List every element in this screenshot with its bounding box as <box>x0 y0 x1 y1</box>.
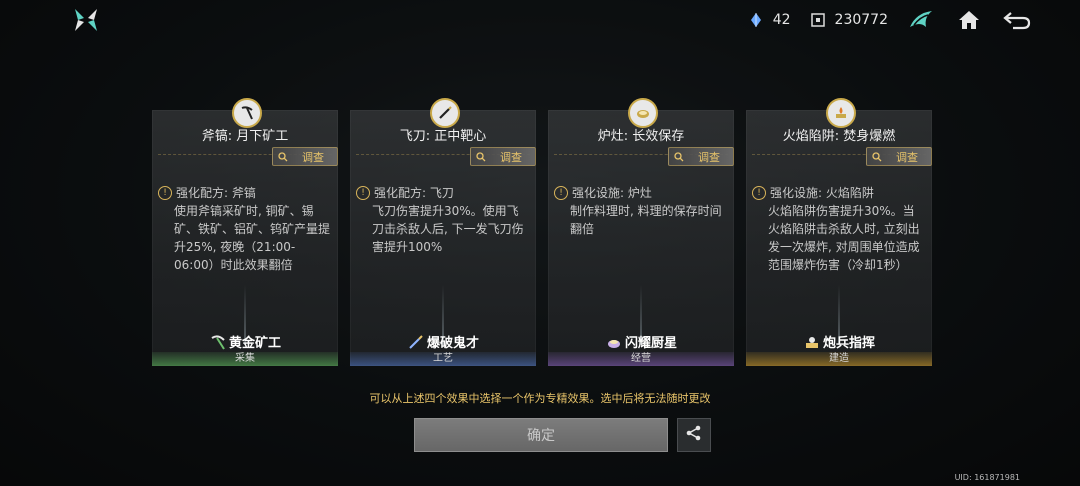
rank-label: 爆破鬼才 <box>426 336 479 351</box>
stove-icon <box>628 98 658 128</box>
wing-emblem-icon[interactable] <box>906 6 936 34</box>
spec-card-stove[interactable]: 炉灶: 长效保存 调查 ! 强化设施: 炉灶 制作料理时, 料理的保存时间翻倍 闪… <box>548 98 734 366</box>
rank-label: 黄金矿工 <box>228 336 281 351</box>
rank-title: 爆破鬼才 <box>350 332 536 351</box>
specialization-cards: 斧镐: 月下矿工 调查 ! 强化配方: 斧镐 使用斧镐采矿时, 铜矿、锡矿、铁矿、… <box>152 98 934 366</box>
blast-rank-icon <box>407 333 425 351</box>
confirm-button[interactable]: 确定 <box>414 418 668 452</box>
category-tag: 采集 <box>152 352 338 366</box>
inspect-label: 调查 <box>698 150 720 164</box>
category-tag: 建造 <box>746 352 932 366</box>
info-icon: ! <box>752 186 766 200</box>
inspect-button[interactable]: 调查 <box>272 147 338 166</box>
inspect-button[interactable]: 调查 <box>668 147 734 166</box>
artillery-rank-icon <box>803 333 821 351</box>
throwing-knife-icon <box>430 98 460 128</box>
effect-desc: 制作料理时, 料理的保存时间翻倍 <box>570 204 722 236</box>
home-icon[interactable] <box>954 6 984 34</box>
info-icon: ! <box>158 186 172 200</box>
effect-head: 强化设施: 火焰陷阱 <box>770 186 874 200</box>
category-tag: 经营 <box>548 352 734 366</box>
spec-card-pickaxe[interactable]: 斧镐: 月下矿工 调查 ! 强化配方: 斧镐 使用斧镐采矿时, 铜矿、锡矿、铁矿、… <box>152 98 338 366</box>
magnifier-icon <box>669 151 689 162</box>
card-title: 飞刀: 正中靶心 <box>399 129 487 144</box>
selection-notice: 可以从上述四个效果中选择一个作为专精效果。选中后将无法随时更改 <box>369 392 711 405</box>
top-bar: 42 230772 <box>747 6 1032 34</box>
effect-desc: 火焰陷阱伤害提升30%。当火焰陷阱击杀敌人时, 立刻出发一次爆炸, 对周围单位造… <box>768 204 920 272</box>
effect-desc: 使用斧镐采矿时, 铜矿、锡矿、铁矿、铝矿、钨矿产量提升25%, 夜晚（21:00… <box>174 204 331 272</box>
inspect-button[interactable]: 调查 <box>866 147 932 166</box>
inspect-label: 调查 <box>302 150 324 164</box>
card-title: 炉灶: 长效保存 <box>597 129 685 144</box>
spec-card-knife[interactable]: 飞刀: 正中靶心 调查 ! 强化配方: 飞刀 飞刀伤害提升30%。使用飞刀击杀敌人… <box>350 98 536 366</box>
spec-card-fire-trap[interactable]: 火焰陷阱: 焚身爆燃 调查 ! 强化设施: 火焰陷阱 火焰陷阱伤害提升30%。当火… <box>746 98 932 366</box>
resource-crystal: 42 <box>747 11 791 29</box>
pickaxe-rank-icon <box>209 333 227 351</box>
effect-text: ! 强化配方: 斧镐 使用斧镐采矿时, 铜矿、锡矿、铁矿、铝矿、钨矿产量提升25%… <box>158 184 330 274</box>
resource-token-value: 230772 <box>834 12 888 28</box>
pickaxe-icon <box>232 98 262 128</box>
magnifier-icon <box>471 151 491 162</box>
puzzle-token-icon <box>809 11 827 29</box>
resource-crystal-value: 42 <box>772 12 791 28</box>
fire-trap-icon <box>826 98 856 128</box>
share-icon <box>685 424 703 446</box>
info-icon: ! <box>554 186 568 200</box>
rank-label: 炮兵指挥 <box>822 336 875 351</box>
effect-head: 强化设施: 炉灶 <box>572 186 652 200</box>
card-title: 斧镐: 月下矿工 <box>201 129 289 144</box>
magnifier-icon <box>273 151 293 162</box>
rank-label: 闪耀厨星 <box>624 336 677 351</box>
inspect-label: 调查 <box>500 150 522 164</box>
category-tag: 工艺 <box>350 352 536 366</box>
info-icon: ! <box>356 186 370 200</box>
effect-desc: 飞刀伤害提升30%。使用飞刀击杀敌人后, 下一发飞刀伤害提升100% <box>372 204 524 254</box>
effect-text: ! 强化设施: 炉灶 制作料理时, 料理的保存时间翻倍 <box>554 184 726 238</box>
inspect-label: 调查 <box>896 150 918 164</box>
rank-title: 闪耀厨星 <box>548 332 734 351</box>
share-button[interactable] <box>677 418 711 452</box>
card-title: 火焰陷阱: 焚身爆燃 <box>782 129 896 144</box>
game-logo-icon[interactable] <box>72 6 100 34</box>
inspect-button[interactable]: 调查 <box>470 147 536 166</box>
effect-head: 强化配方: 斧镐 <box>176 186 256 200</box>
effect-text: ! 强化配方: 飞刀 飞刀伤害提升30%。使用飞刀击杀敌人后, 下一发飞刀伤害提升… <box>356 184 528 256</box>
back-arrow-icon[interactable] <box>1002 6 1032 34</box>
resource-token: 230772 <box>809 11 888 29</box>
rank-title: 黄金矿工 <box>152 332 338 351</box>
cooking-pot-rank-icon <box>605 333 623 351</box>
rank-title: 炮兵指挥 <box>746 332 932 351</box>
blue-crystal-icon <box>747 11 765 29</box>
magnifier-icon <box>867 151 887 162</box>
effect-text: ! 强化设施: 火焰陷阱 火焰陷阱伤害提升30%。当火焰陷阱击杀敌人时, 立刻出发… <box>752 184 924 274</box>
effect-head: 强化配方: 飞刀 <box>374 186 454 200</box>
user-id: UID: 161871981 <box>954 473 1020 482</box>
